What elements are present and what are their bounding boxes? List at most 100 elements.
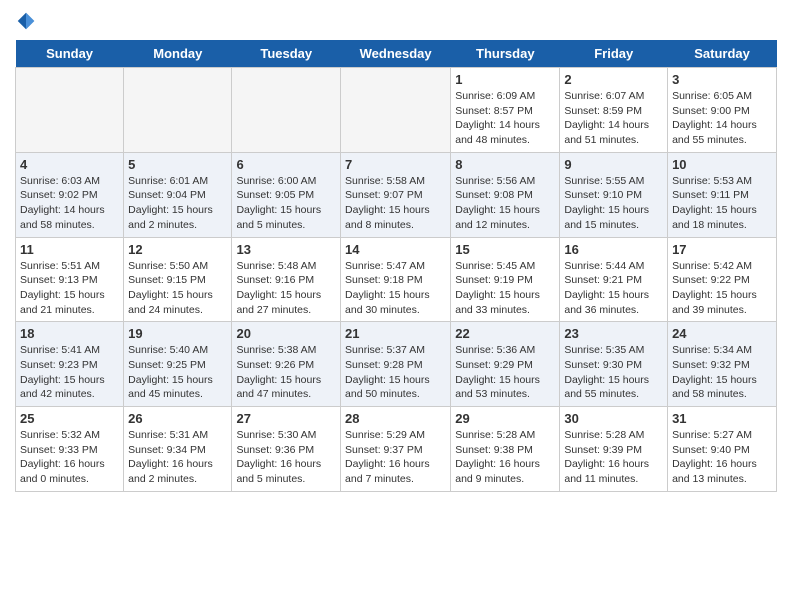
day-number: 17 [672, 242, 772, 257]
day-info: Sunrise: 5:56 AM Sunset: 9:08 PM Dayligh… [455, 174, 555, 233]
day-number: 25 [20, 411, 119, 426]
empty-cell [232, 68, 341, 153]
calendar-table: SundayMondayTuesdayWednesdayThursdayFrid… [15, 40, 777, 492]
day-info: Sunrise: 6:03 AM Sunset: 9:02 PM Dayligh… [20, 174, 119, 233]
day-number: 5 [128, 157, 227, 172]
day-number: 13 [236, 242, 336, 257]
day-number: 3 [672, 72, 772, 87]
day-cell: 19Sunrise: 5:40 AM Sunset: 9:25 PM Dayli… [124, 322, 232, 407]
day-number: 9 [564, 157, 663, 172]
day-number: 2 [564, 72, 663, 87]
day-number: 21 [345, 326, 446, 341]
day-info: Sunrise: 5:32 AM Sunset: 9:33 PM Dayligh… [20, 428, 119, 487]
weekday-header-monday: Monday [124, 40, 232, 68]
day-cell: 5 Sunrise: 6:01 AM Sunset: 9:04 PM Daylig… [124, 152, 232, 237]
day-cell: 25 Sunrise: 5:32 AM Sunset: 9:33 PM Dayli… [16, 407, 124, 492]
day-cell: 9 Sunrise: 5:55 AM Sunset: 9:10 PM Daylig… [560, 152, 668, 237]
weekday-header-row: SundayMondayTuesdayWednesdayThursdayFrid… [16, 40, 777, 68]
day-info: Sunrise: 6:00 AM Sunset: 9:05 PM Dayligh… [236, 174, 336, 233]
day-cell: 7 Sunrise: 5:58 AM Sunset: 9:07 PM Daylig… [341, 152, 451, 237]
day-number: 23 [564, 326, 663, 341]
day-number: 24 [672, 326, 772, 341]
empty-cell [124, 68, 232, 153]
day-cell: 23Sunrise: 5:35 AM Sunset: 9:30 PM Dayli… [560, 322, 668, 407]
day-info: Sunrise: 5:50 AM Sunset: 9:15 PM Dayligh… [128, 259, 227, 318]
weekday-header-thursday: Thursday [451, 40, 560, 68]
day-number: 20 [236, 326, 336, 341]
day-number: 10 [672, 157, 772, 172]
day-number: 29 [455, 411, 555, 426]
day-cell: 27Sunrise: 5:30 AM Sunset: 9:36 PM Dayli… [232, 407, 341, 492]
day-info: Sunrise: 6:01 AM Sunset: 9:04 PM Dayligh… [128, 174, 227, 233]
day-info: Sunrise: 5:44 AM Sunset: 9:21 PM Dayligh… [564, 259, 663, 318]
day-info: Sunrise: 5:28 AM Sunset: 9:38 PM Dayligh… [455, 428, 555, 487]
empty-cell [341, 68, 451, 153]
day-number: 11 [20, 242, 119, 257]
day-info: Sunrise: 5:36 AM Sunset: 9:29 PM Dayligh… [455, 343, 555, 402]
week-row-5: 25 Sunrise: 5:32 AM Sunset: 9:33 PM Dayli… [16, 407, 777, 492]
day-cell: 31 Sunrise: 5:27 AM Sunset: 9:40 PM Dayli… [668, 407, 777, 492]
day-info: Sunrise: 5:55 AM Sunset: 9:10 PM Dayligh… [564, 174, 663, 233]
day-cell: 29 Sunrise: 5:28 AM Sunset: 9:38 PM Dayli… [451, 407, 560, 492]
day-cell: 10 Sunrise: 5:53 AM Sunset: 9:11 PM Dayli… [668, 152, 777, 237]
day-number: 30 [564, 411, 663, 426]
day-cell: 30 Sunrise: 5:28 AM Sunset: 9:39 PM Dayli… [560, 407, 668, 492]
day-cell: 21Sunrise: 5:37 AM Sunset: 9:28 PM Dayli… [341, 322, 451, 407]
day-cell: 1Sunrise: 6:09 AM Sunset: 8:57 PM Daylig… [451, 68, 560, 153]
day-number: 4 [20, 157, 119, 172]
day-number: 31 [672, 411, 772, 426]
day-number: 18 [20, 326, 119, 341]
day-info: Sunrise: 6:05 AM Sunset: 9:00 PM Dayligh… [672, 89, 772, 148]
day-number: 6 [236, 157, 336, 172]
day-info: Sunrise: 5:53 AM Sunset: 9:11 PM Dayligh… [672, 174, 772, 233]
day-cell: 3 Sunrise: 6:05 AM Sunset: 9:00 PM Daylig… [668, 68, 777, 153]
day-number: 16 [564, 242, 663, 257]
week-row-2: 4 Sunrise: 6:03 AM Sunset: 9:02 PM Daylig… [16, 152, 777, 237]
day-cell: 20 Sunrise: 5:38 AM Sunset: 9:26 PM Dayli… [232, 322, 341, 407]
day-info: Sunrise: 5:58 AM Sunset: 9:07 PM Dayligh… [345, 174, 446, 233]
day-info: Sunrise: 5:38 AM Sunset: 9:26 PM Dayligh… [236, 343, 336, 402]
day-info: Sunrise: 5:41 AM Sunset: 9:23 PM Dayligh… [20, 343, 119, 402]
day-cell: 11 Sunrise: 5:51 AM Sunset: 9:13 PM Dayli… [16, 237, 124, 322]
empty-cell [16, 68, 124, 153]
day-cell: 13Sunrise: 5:48 AM Sunset: 9:16 PM Dayli… [232, 237, 341, 322]
day-info: Sunrise: 5:34 AM Sunset: 9:32 PM Dayligh… [672, 343, 772, 402]
day-info: Sunrise: 5:45 AM Sunset: 9:19 PM Dayligh… [455, 259, 555, 318]
day-cell: 6 Sunrise: 6:00 AM Sunset: 9:05 PM Daylig… [232, 152, 341, 237]
day-number: 8 [455, 157, 555, 172]
day-cell: 24 Sunrise: 5:34 AM Sunset: 9:32 PM Dayli… [668, 322, 777, 407]
weekday-header-wednesday: Wednesday [341, 40, 451, 68]
day-info: Sunrise: 5:28 AM Sunset: 9:39 PM Dayligh… [564, 428, 663, 487]
day-info: Sunrise: 5:42 AM Sunset: 9:22 PM Dayligh… [672, 259, 772, 318]
day-cell: 8 Sunrise: 5:56 AM Sunset: 9:08 PM Daylig… [451, 152, 560, 237]
day-number: 15 [455, 242, 555, 257]
day-info: Sunrise: 6:07 AM Sunset: 8:59 PM Dayligh… [564, 89, 663, 148]
week-row-1: 1Sunrise: 6:09 AM Sunset: 8:57 PM Daylig… [16, 68, 777, 153]
day-cell: 4 Sunrise: 6:03 AM Sunset: 9:02 PM Daylig… [16, 152, 124, 237]
day-info: Sunrise: 5:40 AM Sunset: 9:25 PM Dayligh… [128, 343, 227, 402]
day-number: 1 [455, 72, 555, 87]
day-cell: 18 Sunrise: 5:41 AM Sunset: 9:23 PM Dayli… [16, 322, 124, 407]
day-cell: 17 Sunrise: 5:42 AM Sunset: 9:22 PM Dayli… [668, 237, 777, 322]
day-cell: 16 Sunrise: 5:44 AM Sunset: 9:21 PM Dayli… [560, 237, 668, 322]
day-number: 14 [345, 242, 446, 257]
day-number: 12 [128, 242, 227, 257]
day-info: Sunrise: 5:27 AM Sunset: 9:40 PM Dayligh… [672, 428, 772, 487]
day-info: Sunrise: 5:31 AM Sunset: 9:34 PM Dayligh… [128, 428, 227, 487]
day-number: 22 [455, 326, 555, 341]
day-cell: 14Sunrise: 5:47 AM Sunset: 9:18 PM Dayli… [341, 237, 451, 322]
weekday-header-sunday: Sunday [16, 40, 124, 68]
day-number: 7 [345, 157, 446, 172]
weekday-header-friday: Friday [560, 40, 668, 68]
day-number: 26 [128, 411, 227, 426]
weekday-header-tuesday: Tuesday [232, 40, 341, 68]
day-info: Sunrise: 5:29 AM Sunset: 9:37 PM Dayligh… [345, 428, 446, 487]
day-number: 27 [236, 411, 336, 426]
day-info: Sunrise: 5:51 AM Sunset: 9:13 PM Dayligh… [20, 259, 119, 318]
day-cell: 15 Sunrise: 5:45 AM Sunset: 9:19 PM Dayli… [451, 237, 560, 322]
week-row-4: 18 Sunrise: 5:41 AM Sunset: 9:23 PM Dayli… [16, 322, 777, 407]
day-cell: 22 Sunrise: 5:36 AM Sunset: 9:29 PM Dayli… [451, 322, 560, 407]
day-cell: 12 Sunrise: 5:50 AM Sunset: 9:15 PM Dayli… [124, 237, 232, 322]
day-cell: 2 Sunrise: 6:07 AM Sunset: 8:59 PM Daylig… [560, 68, 668, 153]
weekday-header-saturday: Saturday [668, 40, 777, 68]
